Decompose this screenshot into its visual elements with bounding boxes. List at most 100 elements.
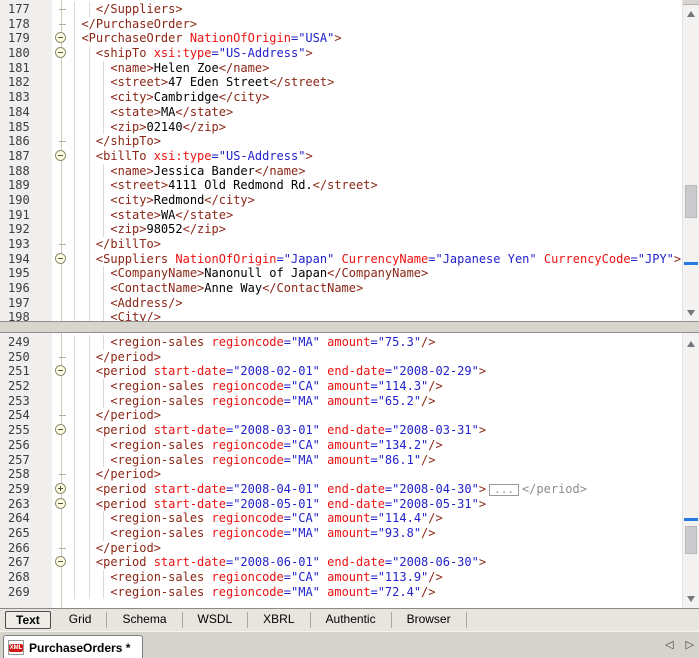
view-tab-authentic[interactable]: Authentic xyxy=(311,612,392,628)
code-line[interactable]: <PurchaseOrder NationOfOrigin="USA"> xyxy=(67,31,682,46)
scroll-up-icon[interactable] xyxy=(683,6,699,21)
fold-margin-cell xyxy=(52,555,67,570)
code-line[interactable]: <region-sales regioncode="MA" amount="65… xyxy=(67,394,682,409)
fold-collapse-icon[interactable] xyxy=(55,47,66,58)
collapsed-placeholder[interactable]: ... xyxy=(489,484,519,496)
code-line[interactable]: <region-sales regioncode="MA" amount="86… xyxy=(67,453,682,468)
fold-collapse-icon[interactable] xyxy=(55,498,66,509)
code-line[interactable]: </period> xyxy=(67,350,682,365)
xml-tag-token: > xyxy=(479,555,486,569)
code-line[interactable]: <period start-date="2008-02-01" end-date… xyxy=(67,364,682,379)
code-line-row: 255 <period start-date="2008-03-01" end-… xyxy=(0,423,682,438)
code-line[interactable]: <region-sales regioncode="CA" amount="11… xyxy=(67,379,682,394)
scroll-up-icon[interactable] xyxy=(683,336,699,351)
scroll-down-icon[interactable] xyxy=(683,305,699,320)
view-tab-grid[interactable]: Grid xyxy=(54,612,108,628)
code-line[interactable]: </period> xyxy=(67,467,682,482)
code-line[interactable]: <zip>02140</zip> xyxy=(67,120,682,135)
code-line[interactable]: <state>WA</state> xyxy=(67,208,682,223)
tab-scroll-left-icon[interactable]: ◁ xyxy=(665,638,673,652)
fold-collapse-icon[interactable] xyxy=(55,32,66,43)
code-line[interactable]: </shipTo> xyxy=(67,134,682,149)
fold-collapse-icon[interactable] xyxy=(55,556,66,567)
code-line[interactable]: <City/> xyxy=(67,310,682,321)
code-line[interactable]: <shipTo xsi:type="US-Address"> xyxy=(67,46,682,61)
indent-guide xyxy=(103,310,104,321)
xml-text-token: 47 Eden Street xyxy=(168,75,269,89)
code-line[interactable]: <region-sales regioncode="MA" amount="93… xyxy=(67,526,682,541)
xml-text-view-bottom-pane[interactable]: 249 <region-sales regioncode="MA" amount… xyxy=(0,333,682,608)
code-line[interactable]: <state>MA</state> xyxy=(67,105,682,120)
indent-guide xyxy=(74,208,75,223)
xml-value-token: ="2008-06-30" xyxy=(385,555,479,569)
code-line[interactable]: <street>4111 Old Redmond Rd.</street> xyxy=(67,178,682,193)
code-line[interactable]: </billTo> xyxy=(67,237,682,252)
fold-expand-icon[interactable] xyxy=(55,483,66,494)
scrollbar-split-handle[interactable] xyxy=(683,0,699,5)
scroll-down-icon[interactable] xyxy=(683,591,699,606)
scrollbar-thumb[interactable] xyxy=(685,526,697,554)
scrollbar-thumb[interactable] xyxy=(685,185,697,218)
view-tab-browser[interactable]: Browser xyxy=(392,612,467,628)
code-line[interactable]: <ContactName>Anne Way</ContactName> xyxy=(67,281,682,296)
code-line[interactable]: <region-sales regioncode="CA" amount="13… xyxy=(67,438,682,453)
code-line[interactable]: </period> xyxy=(67,541,682,556)
line-number: 193 xyxy=(0,237,52,252)
fold-collapse-icon[interactable] xyxy=(55,424,66,435)
indent-guide xyxy=(103,266,104,281)
code-line[interactable]: <city>Redmond</city> xyxy=(67,193,682,208)
code-line-row: 268 <region-sales regioncode="CA" amount… xyxy=(0,570,682,585)
code-line[interactable]: <Suppliers NationOfOrigin="Japan" Curren… xyxy=(67,252,682,267)
fold-margin-cell xyxy=(52,46,67,61)
code-line[interactable]: </Suppliers> xyxy=(67,2,682,17)
code-line[interactable]: <region-sales regioncode="MA" amount="72… xyxy=(67,585,682,600)
code-line[interactable]: <name>Jessica Bander</name> xyxy=(67,164,682,179)
code-line[interactable]: <CompanyName>Nanonull of Japan</CompanyN… xyxy=(67,266,682,281)
code-line[interactable]: <period start-date="2008-04-01" end-date… xyxy=(67,482,682,497)
code-line[interactable]: <name>Helen Zoe</name> xyxy=(67,61,682,76)
xml-text-view-top-pane[interactable]: 177 </Suppliers>178 </PurchaseOrder>179 … xyxy=(0,0,682,321)
view-tab-xbrl[interactable]: XBRL xyxy=(248,612,310,628)
code-line[interactable]: <zip>98052</zip> xyxy=(67,222,682,237)
code-line[interactable]: <region-sales regioncode="MA" amount="75… xyxy=(67,335,682,350)
indent-guide xyxy=(89,281,90,296)
file-tab-active[interactable]: XMLPurchaseOrders * xyxy=(3,635,143,658)
fold-margin-cell xyxy=(52,252,67,267)
xml-tag-token: <region-sales xyxy=(110,394,204,408)
view-tab-wsdl[interactable]: WSDL xyxy=(183,612,249,628)
fold-collapse-icon[interactable] xyxy=(55,365,66,376)
code-line[interactable]: <Address/> xyxy=(67,296,682,311)
view-tab-schema[interactable]: Schema xyxy=(107,612,182,628)
code-line[interactable]: <city>Cambridge</city> xyxy=(67,90,682,105)
code-line[interactable]: <billTo xsi:type="US-Address"> xyxy=(67,149,682,164)
code-line[interactable]: <region-sales regioncode="CA" amount="11… xyxy=(67,570,682,585)
xml-tag-token: </street> xyxy=(313,178,378,192)
code-line[interactable]: </period> xyxy=(67,408,682,423)
indent-guide xyxy=(89,394,90,409)
code-line[interactable]: <street>47 Eden Street</street> xyxy=(67,75,682,90)
line-number: 249 xyxy=(0,335,52,350)
fold-collapse-icon[interactable] xyxy=(55,150,66,161)
xml-tag-token: </Suppliers> xyxy=(96,2,183,16)
line-number: 191 xyxy=(0,208,52,223)
code-line[interactable]: </PurchaseOrder> xyxy=(67,17,682,32)
pane-splitter[interactable] xyxy=(0,321,699,333)
vertical-scrollbar-bottom[interactable] xyxy=(682,333,699,608)
xml-text-token: Anne Way xyxy=(204,281,262,295)
code-line[interactable]: <period start-date="2008-05-01" end-date… xyxy=(67,497,682,512)
xml-tag-token: </period> xyxy=(96,541,161,555)
view-tab-text[interactable]: Text xyxy=(5,611,51,629)
vertical-scrollbar-top[interactable] xyxy=(682,0,699,321)
fold-collapse-icon[interactable] xyxy=(55,253,66,264)
tab-scroll-right-icon[interactable]: ▷ xyxy=(686,638,694,652)
indent-guide xyxy=(74,408,75,423)
fold-margin-cell xyxy=(52,497,67,512)
code-line-row: 257 <region-sales regioncode="MA" amount… xyxy=(0,453,682,468)
code-line[interactable]: <region-sales regioncode="CA" amount="11… xyxy=(67,511,682,526)
line-number: 267 xyxy=(0,555,52,570)
code-line[interactable]: <period start-date="2008-06-01" end-date… xyxy=(67,555,682,570)
line-number: 255 xyxy=(0,423,52,438)
indent-guide xyxy=(103,281,104,296)
xml-value-token: ="86.1" xyxy=(370,453,421,467)
code-line[interactable]: <period start-date="2008-03-01" end-date… xyxy=(67,423,682,438)
